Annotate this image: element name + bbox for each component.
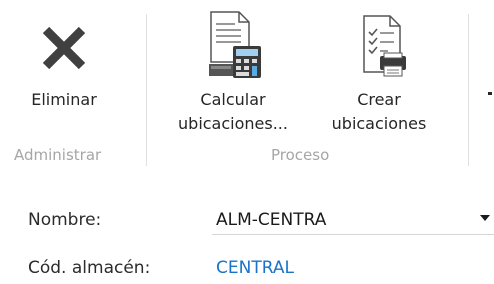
group-label-proceso: Proceso bbox=[271, 146, 330, 164]
group-separator bbox=[468, 14, 469, 166]
delete-button-label: Eliminar bbox=[31, 90, 97, 109]
delete-button[interactable]: Eliminar bbox=[14, 10, 124, 120]
group-separator bbox=[146, 14, 147, 166]
group-label-administrar: Administrar bbox=[14, 146, 102, 164]
calculate-bins-label-line2: ubicaciones... bbox=[178, 114, 288, 133]
create-bins-label-line1: Crear bbox=[357, 90, 401, 109]
calculator-document-icon bbox=[205, 10, 263, 80]
cod-almacen-link[interactable]: CENTRAL bbox=[216, 258, 294, 278]
cod-almacen-label: Cód. almacén: bbox=[28, 258, 151, 278]
calculate-bins-button[interactable]: Calcular ubicaciones... bbox=[163, 10, 303, 138]
nombre-value: ALM-CENTRA bbox=[216, 210, 327, 230]
create-bins-button[interactable]: Crear ubicaciones bbox=[304, 10, 454, 138]
delete-x-icon bbox=[38, 22, 90, 74]
truncated-button-label bbox=[488, 92, 492, 95]
ribbon: Eliminar Calcular ubicaciones... Crear u… bbox=[0, 0, 494, 176]
chevron-down-icon[interactable] bbox=[480, 215, 490, 221]
checklist-document-icon bbox=[358, 10, 412, 80]
nombre-label: Nombre: bbox=[28, 210, 102, 230]
calculate-bins-label-line1: Calcular bbox=[200, 90, 266, 109]
create-bins-label-line2: ubicaciones bbox=[331, 114, 427, 133]
